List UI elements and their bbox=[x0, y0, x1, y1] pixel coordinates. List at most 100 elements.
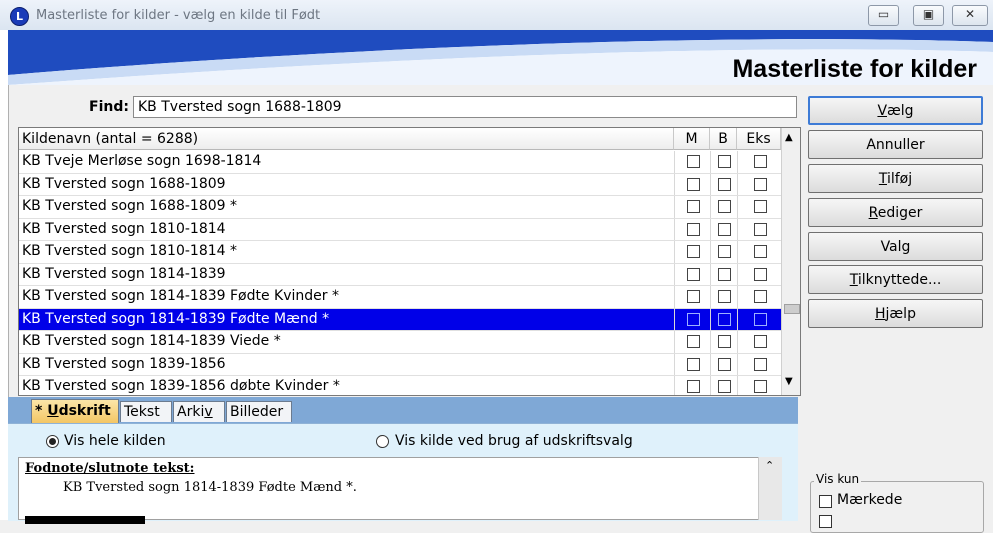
list-item[interactable]: KB Tversted sogn 1810-1814 * bbox=[19, 241, 781, 264]
vis-kun-label: Vis kun bbox=[814, 472, 862, 486]
checkbox-eks[interactable] bbox=[753, 312, 767, 326]
checkbox-eks[interactable] bbox=[753, 177, 767, 191]
checkbox-b[interactable] bbox=[718, 312, 731, 326]
tab-billeder[interactable]: Billeder bbox=[226, 401, 292, 422]
footnote-textbox[interactable]: Fodnote/slutnote tekst: KB Tversted sogn… bbox=[18, 457, 781, 524]
source-list[interactable]: Kildenavn (antal = 6288) M B Eks KB Tvej… bbox=[18, 127, 801, 396]
close-button[interactable]: ✕ bbox=[952, 5, 988, 26]
checkbox-b[interactable] bbox=[718, 380, 731, 393]
cell-m bbox=[674, 263, 711, 285]
list-item[interactable]: KB Tversted sogn 1688-1809 * bbox=[19, 196, 781, 219]
radio-vis-hele-kilden[interactable] bbox=[46, 435, 59, 448]
checkbox-m[interactable] bbox=[686, 290, 700, 303]
checkbox-b[interactable] bbox=[718, 357, 731, 371]
column-header-b[interactable]: B bbox=[710, 128, 737, 150]
scroll-up-icon[interactable]: ▲ bbox=[785, 132, 793, 143]
checkbox-b[interactable] bbox=[718, 267, 731, 281]
list-item[interactable]: KB Tversted sogn 1839-1856 døbte Kvinder… bbox=[19, 376, 782, 395]
checkbox-m[interactable] bbox=[686, 155, 700, 168]
checkbox-b[interactable] bbox=[718, 155, 731, 168]
maximize-button[interactable]: ▣ bbox=[913, 5, 944, 26]
checkbox-m[interactable] bbox=[686, 357, 700, 371]
cell-eks bbox=[737, 151, 782, 173]
second-checkbox[interactable] bbox=[819, 515, 832, 528]
maerkede-checkbox[interactable] bbox=[819, 495, 832, 508]
list-item[interactable]: KB Tversted sogn 1839-1856 bbox=[19, 353, 782, 376]
list-item-name: KB Tveje Merløse sogn 1698-1814 bbox=[22, 153, 262, 169]
checkbox-m[interactable] bbox=[686, 222, 700, 236]
cell-m bbox=[674, 173, 711, 195]
checkbox-eks[interactable] bbox=[753, 155, 767, 168]
footnote-label: Fodnote/slutnote tekst: bbox=[25, 461, 195, 476]
checkbox-m[interactable] bbox=[686, 200, 700, 213]
checkbox-eks[interactable] bbox=[753, 335, 767, 348]
checkbox-m[interactable] bbox=[686, 245, 700, 258]
cell-b bbox=[710, 173, 738, 195]
minimize-button[interactable]: ▭ bbox=[868, 5, 899, 26]
checkbox-eks[interactable] bbox=[753, 200, 767, 213]
column-header-m[interactable]: M bbox=[674, 128, 710, 150]
list-item[interactable]: KB Tversted sogn 1810-1814 bbox=[19, 218, 781, 241]
cell-eks bbox=[737, 173, 782, 195]
checkbox-b[interactable] bbox=[718, 245, 731, 258]
checkbox-m[interactable] bbox=[686, 380, 700, 393]
checkbox-eks[interactable] bbox=[753, 290, 767, 303]
vaelg-button[interactable]: Vælg bbox=[808, 96, 983, 125]
find-input[interactable] bbox=[133, 96, 797, 118]
cell-eks bbox=[737, 353, 782, 375]
chevron-up-icon[interactable]: ⌃ bbox=[765, 459, 774, 472]
list-item[interactable]: KB Tversted sogn 1814-1839 Viede * bbox=[19, 331, 781, 354]
checkbox-m[interactable] bbox=[686, 335, 700, 348]
maerkede-label[interactable]: Mærkede bbox=[837, 492, 902, 508]
checkbox-eks[interactable] bbox=[753, 245, 767, 258]
checkbox-m[interactable] bbox=[686, 312, 700, 326]
cell-eks bbox=[737, 376, 782, 395]
tilknyttede-button[interactable]: Tilknyttede... bbox=[808, 265, 983, 294]
cell-m bbox=[674, 218, 711, 240]
radio-vis-hele-kilden-label[interactable]: Vis hele kilden bbox=[64, 433, 166, 449]
checkbox-b[interactable] bbox=[718, 335, 731, 348]
list-item[interactable]: KB Tveje Merløse sogn 1698-1814 bbox=[19, 151, 781, 174]
list-item[interactable]: KB Tversted sogn 1814-1839 Fødte Kvinder… bbox=[19, 286, 781, 309]
annuller-button[interactable]: Annuller bbox=[808, 130, 983, 159]
tab-arkiv[interactable]: Arkiv bbox=[173, 401, 225, 422]
checkbox-b[interactable] bbox=[718, 290, 731, 303]
checkbox-b[interactable] bbox=[718, 222, 731, 236]
scroll-down-icon[interactable]: ▼ bbox=[785, 376, 793, 387]
checkbox-eks[interactable] bbox=[753, 222, 767, 236]
footnote-text: KB Tversted sogn 1814-1839 Fødte Mænd *. bbox=[63, 480, 357, 495]
radio-vis-kilde-udskriftsvalg[interactable] bbox=[376, 435, 389, 448]
checkbox-m[interactable] bbox=[686, 267, 700, 281]
list-item-name: KB Tversted sogn 1688-1809 * bbox=[22, 198, 238, 214]
radio-vis-kilde-udskriftsvalg-label[interactable]: Vis kilde ved brug af udskriftsvalg bbox=[395, 433, 633, 449]
cell-m bbox=[674, 151, 711, 173]
list-item[interactable]: KB Tversted sogn 1814-1839 Fødte Mænd * bbox=[19, 308, 781, 331]
scroll-thumb[interactable] bbox=[784, 304, 800, 314]
cell-b bbox=[710, 376, 738, 395]
valg-button[interactable]: Valg bbox=[808, 232, 983, 261]
list-item-name: KB Tversted sogn 1814-1839 Viede * bbox=[22, 333, 281, 349]
checkbox-b[interactable] bbox=[718, 177, 731, 191]
list-item-name: KB Tversted sogn 1814-1839 Fødte Kvinder… bbox=[22, 288, 339, 304]
checkbox-m[interactable] bbox=[686, 177, 700, 191]
list-scrollbar[interactable]: ▲ ▼ bbox=[781, 128, 800, 395]
checkbox-eks[interactable] bbox=[753, 267, 767, 281]
tab-tekst[interactable]: Tekst bbox=[120, 401, 172, 422]
title-bar[interactable]: L Masterliste for kilder - vælg en kilde… bbox=[0, 0, 993, 31]
list-item[interactable]: KB Tversted sogn 1688-1809 bbox=[19, 173, 782, 196]
footnote-scrollbar[interactable]: ⌃ bbox=[758, 457, 782, 520]
hjaelp-button[interactable]: Hjælp bbox=[808, 299, 983, 328]
checkbox-eks[interactable] bbox=[753, 380, 767, 393]
checkbox-eks[interactable] bbox=[753, 357, 767, 371]
cell-b bbox=[710, 218, 738, 240]
list-item[interactable]: KB Tversted sogn 1814-1839 bbox=[19, 263, 781, 286]
rediger-button[interactable]: Rediger bbox=[808, 198, 983, 227]
cell-eks bbox=[737, 286, 782, 308]
column-header-name[interactable]: Kildenavn (antal = 6288) bbox=[19, 128, 674, 150]
column-header-eks[interactable]: Eks bbox=[737, 128, 781, 150]
checkbox-b[interactable] bbox=[718, 200, 731, 213]
tab-udskrift[interactable]: * Udskrift bbox=[31, 399, 119, 423]
list-item-name: KB Tversted sogn 1839-1856 døbte Kvinder… bbox=[22, 378, 340, 394]
tilfoej-button[interactable]: Tilføj bbox=[808, 164, 983, 193]
cell-m bbox=[674, 353, 711, 375]
